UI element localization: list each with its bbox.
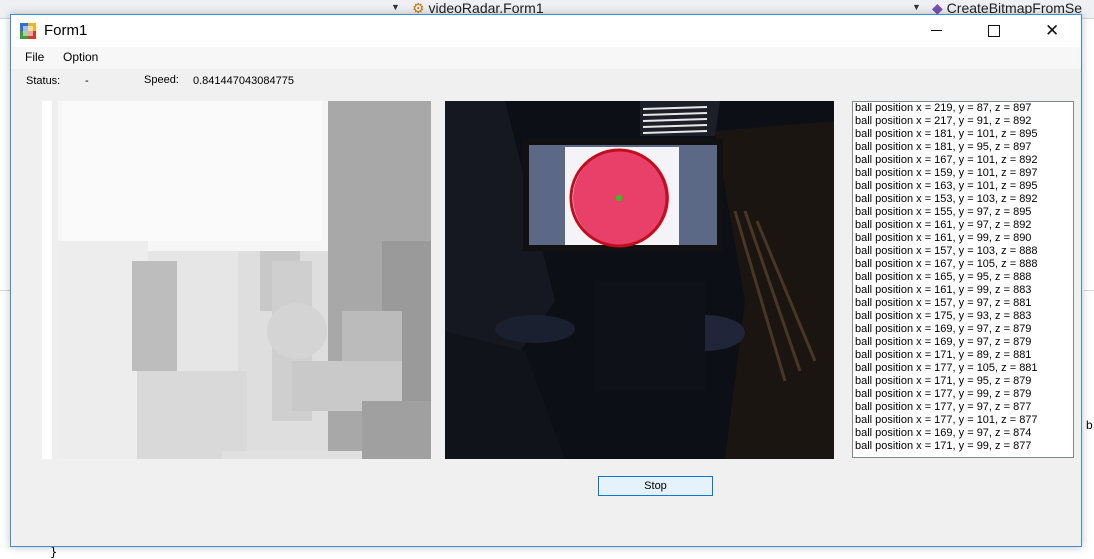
close-icon: ✕	[1045, 21, 1060, 40]
list-item[interactable]: ball position x = 177, y = 97, z = 877	[853, 401, 1073, 414]
list-item[interactable]: ball position x = 169, y = 97, z = 879	[853, 323, 1073, 336]
dropdown-arrow-icon[interactable]: ▼	[391, 2, 400, 12]
list-item[interactable]: ball position x = 177, y = 101, z = 877	[853, 414, 1073, 427]
list-item[interactable]: ball position x = 217, y = 91, z = 892	[853, 115, 1073, 128]
list-item[interactable]: ball position x = 171, y = 89, z = 881	[853, 349, 1073, 362]
list-item[interactable]: ball position x = 161, y = 99, z = 883	[853, 284, 1073, 297]
speed-value: 0.841447043084775	[193, 75, 294, 87]
list-item[interactable]: ball position x = 165, y = 95, z = 888	[853, 271, 1073, 284]
form-window: Form1 ✕ File Option Status: - Speed: 0.8…	[10, 14, 1082, 547]
list-item[interactable]: ball position x = 167, y = 101, z = 892	[853, 154, 1073, 167]
maximize-icon	[988, 25, 1000, 37]
minimize-button[interactable]	[913, 15, 959, 47]
list-item[interactable]: ball position x = 153, y = 103, z = 892	[853, 193, 1073, 206]
close-button[interactable]: ✕	[1029, 15, 1075, 47]
list-item[interactable]: ball position x = 171, y = 99, z = 877	[853, 440, 1073, 453]
list-item[interactable]: ball position x = 219, y = 87, z = 897	[853, 102, 1073, 115]
list-item[interactable]: ball position x = 181, y = 101, z = 895	[853, 128, 1073, 141]
title-bar[interactable]: Form1 ✕	[11, 15, 1081, 47]
position-log-list[interactable]: ball position x = 219, y = 87, z = 897 ba…	[852, 101, 1074, 458]
list-item[interactable]: ball position x = 167, y = 105, z = 888	[853, 258, 1073, 271]
app-icon	[20, 23, 36, 39]
list-item[interactable]: ball position x = 161, y = 97, z = 892	[853, 219, 1073, 232]
maximize-button[interactable]	[971, 15, 1017, 47]
list-item[interactable]: ball position x = 155, y = 97, z = 895	[853, 206, 1073, 219]
list-item[interactable]: ball position x = 171, y = 95, z = 879	[853, 375, 1073, 388]
list-item[interactable]: ball position x = 175, y = 93, z = 883	[853, 310, 1073, 323]
list-item[interactable]: ball position x = 157, y = 103, z = 888	[853, 245, 1073, 258]
speed-label: Speed:	[144, 74, 179, 86]
window-title: Form1	[44, 22, 88, 39]
list-item[interactable]: ball position x = 161, y = 99, z = 890	[853, 232, 1073, 245]
ide-code-brace: }	[50, 545, 58, 559]
list-item[interactable]: ball position x = 159, y = 101, z = 897	[853, 167, 1073, 180]
minimize-icon	[931, 30, 942, 31]
list-item[interactable]: ball position x = 157, y = 97, z = 881	[853, 297, 1073, 310]
list-item[interactable]: ball position x = 169, y = 97, z = 874	[853, 427, 1073, 440]
status-value: -	[85, 75, 89, 87]
ide-code-fragment: b	[1086, 418, 1093, 432]
menu-option[interactable]: Option	[63, 50, 98, 64]
menu-bar: File Option	[11, 47, 1081, 69]
camera-image	[445, 101, 834, 459]
depth-image	[42, 101, 431, 459]
menu-file[interactable]: File	[25, 50, 44, 64]
stop-button[interactable]: Stop	[598, 476, 713, 496]
list-item[interactable]: ball position x = 177, y = 99, z = 879	[853, 388, 1073, 401]
status-label: Status:	[26, 75, 61, 87]
list-item[interactable]: ball position x = 177, y = 105, z = 881	[853, 362, 1073, 375]
list-item[interactable]: ball position x = 163, y = 101, z = 895	[853, 180, 1073, 193]
dropdown-arrow-icon[interactable]: ▼	[912, 2, 921, 12]
list-item[interactable]: ball position x = 181, y = 95, z = 897	[853, 141, 1073, 154]
ide-divider	[1084, 290, 1094, 291]
list-item[interactable]: ball position x = 169, y = 97, z = 879	[853, 336, 1073, 349]
